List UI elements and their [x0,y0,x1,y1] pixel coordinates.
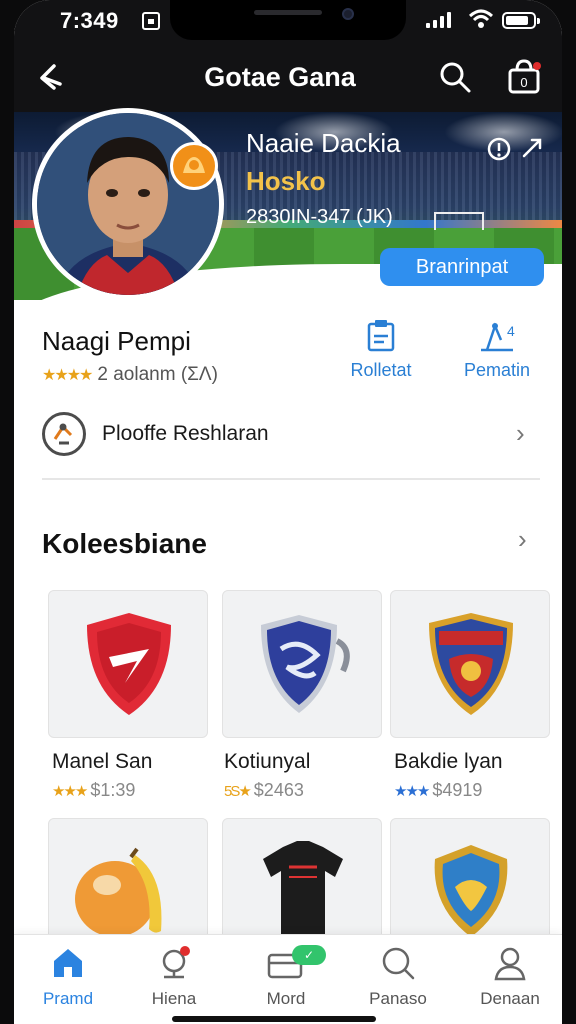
nav-item-denaan[interactable]: Denaan [460,943,560,1009]
collection-card[interactable] [48,590,208,738]
collection-card[interactable] [222,590,382,738]
home-icon [54,949,82,977]
profile-row[interactable]: Plooffe Reshlaran › [42,410,540,460]
nav-item-home[interactable]: Pramd [18,943,118,1009]
user-icon [494,947,526,981]
hero-player-name: Naaie Dackia [246,128,401,158]
search-icon[interactable] [438,60,474,96]
item-price-value: $2463 [253,780,304,800]
status-time: 7:349 [60,8,119,33]
share-icon[interactable] [520,136,544,162]
nav-label: Denaan [480,989,540,1008]
hero-subtitle: Hosko [246,166,326,196]
bottom-nav: Pramd Hiena ✓ Mord Panaso Denaan [14,934,562,1024]
hero-action-button[interactable]: Branrinpat [380,248,544,286]
chevron-right-icon[interactable]: › [518,524,527,555]
bag-count: 0 [520,75,527,90]
item-name: Manel San [52,750,153,773]
red-shield-icon [87,613,171,715]
wifi-icon [468,8,494,36]
action-pematin[interactable]: 4 Pematin [442,318,552,381]
nav-label: Hiena [151,989,197,1008]
nav-item-panaso[interactable]: Panaso [348,943,448,1009]
divider [42,478,540,480]
page-title: Gotae Gana [204,62,356,92]
collection-card[interactable] [390,590,550,738]
avatar-photo [37,113,219,295]
signal-icon [426,12,451,28]
action-label: Pematin [463,360,531,380]
phone-frame: 7:349 Gotae Gana 0 Naaie Dackia Hosko 28… [0,0,576,1024]
gold-crest-icon [434,845,508,937]
nav-label: Mord [266,989,306,1008]
jersey-icon [263,841,343,941]
rating-stars: ★★★★ [42,367,93,384]
nav-item-mord[interactable]: ✓ Mord [236,943,336,1009]
chevron-right-icon: › [516,418,525,448]
status-bar: 7:349 [14,0,562,44]
back-arrow-icon[interactable] [34,60,70,96]
goal-post [434,212,484,230]
item-price-value: $4919 [432,780,483,800]
crest-icon [429,613,513,715]
stats-icon: 4 [481,322,515,352]
item-stars: 5S★ [224,783,252,800]
orange-fruit-icon [75,847,162,937]
home-indicator[interactable] [172,1016,376,1022]
nav-badge: ✓ [292,945,326,965]
battery-icon [502,12,540,29]
radar-icon [162,946,190,979]
hero-meta: 2830IN-347 (JK) [246,206,393,228]
avatar[interactable] [32,108,224,300]
nav-item-hiena[interactable]: Hiena [124,943,224,1009]
app-header: Gotae Gana 0 [14,44,562,112]
item-price: 5S★ $2463 [224,780,304,801]
camera-icon [342,8,354,20]
speaker-grille [254,10,322,15]
action-label: Rolletat [350,360,412,380]
item-price: ★★★ $1:39 [52,780,135,801]
rating-row: ★★★★ 2 aolanm (ΣΛ) [42,364,218,386]
item-price: ★★★ $4919 [394,780,482,801]
nav-label: Panaso [369,989,427,1008]
item-name: Bakdie lyan [394,750,503,773]
svg-text:4: 4 [507,323,515,339]
notch [170,0,406,40]
item-stars: ★★★ [394,783,430,800]
screen: 7:349 Gotae Gana 0 Naaie Dackia Hosko 28… [14,0,562,1024]
item-name: Kotiunyal [224,750,311,773]
avatar-badge-icon [170,142,218,190]
item-price-value: $1:39 [90,780,136,800]
profile-name: Naagi Pempi [42,326,191,356]
notification-icon [142,12,160,30]
nav-label: Pramd [42,989,94,1008]
shopping-bag-icon[interactable]: 0 [506,58,542,96]
action-rolletat[interactable]: Rolletat [326,318,436,381]
rating-text: 2 aolanm (ΣΛ) [97,364,218,385]
row-label: Plooffe Reshlaran [102,422,269,445]
blue-shield-icon [261,615,350,713]
section-title: Koleesbiane [42,528,207,559]
search-icon [382,947,415,980]
info-icon[interactable] [486,136,512,162]
item-stars: ★★★ [52,783,88,800]
certificate-icon [367,320,395,352]
whistle-badge-icon [42,412,86,456]
